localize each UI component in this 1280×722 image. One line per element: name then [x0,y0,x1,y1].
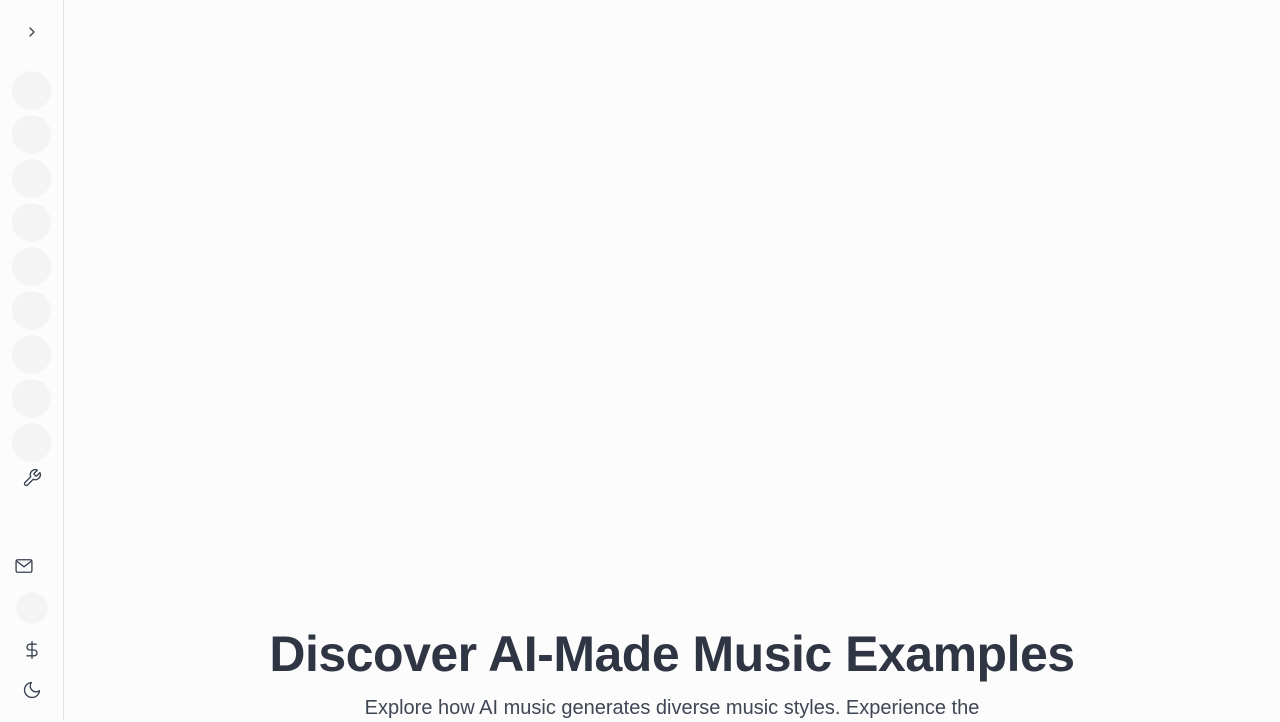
sidebar [0,0,64,720]
sidebar-item-placeholder[interactable] [12,71,51,110]
theme-toggle-button[interactable] [20,678,44,702]
main-content: Discover AI-Made Music Examples Explore … [64,0,1280,720]
sidebar-item-placeholder[interactable] [12,115,51,154]
sidebar-item-placeholder[interactable] [12,203,51,242]
sidebar-item-placeholder[interactable] [12,379,51,418]
sidebar-item-placeholder[interactable] [12,291,51,330]
sidebar-item-placeholder[interactable] [12,423,51,462]
pricing-button[interactable] [20,638,44,662]
contact-button[interactable] [12,554,36,578]
tools-button[interactable] [20,466,44,490]
dollar-icon [22,640,42,660]
chevron-right-icon [24,24,40,40]
sidebar-item-placeholder[interactable] [12,335,51,374]
expand-sidebar-button[interactable] [20,20,44,44]
avatar-placeholder[interactable] [16,592,48,624]
moon-icon [22,680,42,700]
mail-icon [14,556,34,576]
wrench-icon [22,468,42,488]
sidebar-item-placeholder[interactable] [12,159,51,198]
page-title: Discover AI-Made Music Examples [269,626,1075,682]
page-subtitle: Explore how AI music generates diverse m… [364,697,980,719]
sidebar-item-placeholder[interactable] [12,247,51,286]
